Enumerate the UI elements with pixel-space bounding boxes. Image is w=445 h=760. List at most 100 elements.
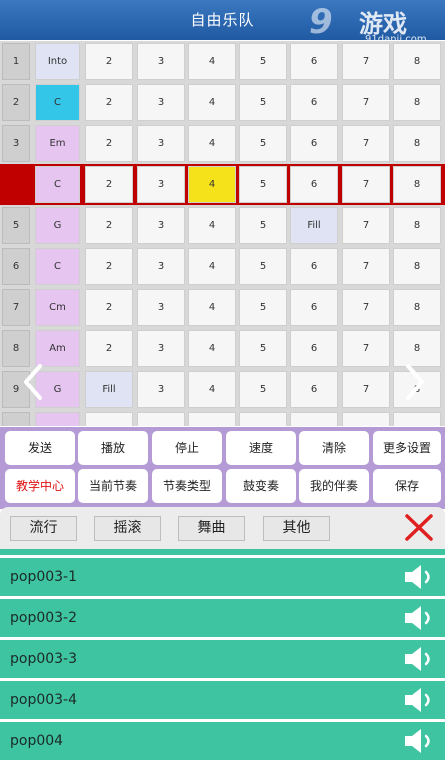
beat-cell[interactable]: 8 bbox=[393, 330, 441, 367]
beat-cell[interactable]: 4 bbox=[188, 125, 236, 162]
my-accompaniment-button[interactable]: 我的伴奏 bbox=[299, 469, 369, 503]
beat-cell[interactable]: 7 bbox=[342, 330, 390, 367]
beat-cell[interactable]: 8 bbox=[393, 43, 441, 80]
beat-cell[interactable]: 5 bbox=[239, 371, 287, 408]
beat-cell[interactable]: 3 bbox=[137, 330, 185, 367]
beat-cell[interactable]: 4 bbox=[188, 330, 236, 367]
clear-button[interactable]: 清除 bbox=[299, 431, 369, 465]
chord-cell[interactable]: C bbox=[35, 166, 80, 203]
send-button[interactable]: 发送 bbox=[5, 431, 75, 465]
beat-cell[interactable]: 2 bbox=[85, 84, 133, 121]
list-item[interactable] bbox=[0, 549, 445, 555]
beat-cell[interactable] bbox=[290, 412, 338, 426]
beat-cell[interactable]: 6 bbox=[290, 43, 338, 80]
beat-cell[interactable]: 7 bbox=[342, 371, 390, 408]
chord-cell[interactable]: Am bbox=[35, 330, 80, 367]
beat-cell[interactable] bbox=[393, 412, 441, 426]
beat-cell[interactable]: 6 bbox=[290, 84, 338, 121]
list-item[interactable]: pop004 bbox=[0, 722, 445, 760]
teaching-center-button[interactable]: 教学中心 bbox=[5, 469, 75, 503]
tab-pop[interactable]: 流行 bbox=[10, 516, 77, 541]
chord-cell[interactable]: Cm bbox=[35, 289, 80, 326]
beat-cell[interactable]: 7 bbox=[342, 248, 390, 285]
speaker-icon[interactable] bbox=[403, 549, 435, 550]
beat-cell[interactable]: 4 bbox=[188, 289, 236, 326]
beat-cell[interactable]: 7 bbox=[342, 84, 390, 121]
chord-cell[interactable] bbox=[35, 412, 80, 426]
chord-cell[interactable]: Into bbox=[35, 43, 80, 80]
list-item[interactable]: pop003-4 bbox=[0, 681, 445, 719]
beat-cell[interactable]: 3 bbox=[137, 125, 185, 162]
beat-cell[interactable]: 2 bbox=[85, 166, 133, 203]
speed-button[interactable]: 速度 bbox=[226, 431, 296, 465]
beat-cell[interactable]: 4 bbox=[188, 248, 236, 285]
beat-cell[interactable]: 8 bbox=[393, 125, 441, 162]
rhythm-type-button[interactable]: 节奏类型 bbox=[152, 469, 222, 503]
list-item[interactable]: pop003-2 bbox=[0, 599, 445, 637]
beat-cell[interactable] bbox=[342, 412, 390, 426]
beat-cell[interactable]: 8 bbox=[393, 289, 441, 326]
beat-cell[interactable]: 3 bbox=[137, 248, 185, 285]
beat-cell[interactable]: 6 bbox=[290, 166, 338, 203]
beat-cell[interactable]: 6 bbox=[290, 125, 338, 162]
beat-cell[interactable]: 7 bbox=[342, 207, 390, 244]
beat-cell[interactable]: 7 bbox=[342, 166, 390, 203]
beat-cell[interactable]: 2 bbox=[85, 207, 133, 244]
beat-cell[interactable] bbox=[85, 412, 133, 426]
beat-cell[interactable]: 3 bbox=[137, 371, 185, 408]
speaker-icon[interactable] bbox=[403, 604, 435, 632]
chord-cell[interactable]: C bbox=[35, 248, 80, 285]
prev-page-button[interactable] bbox=[22, 363, 44, 401]
speaker-icon[interactable] bbox=[403, 563, 435, 591]
beat-cell[interactable]: 2 bbox=[85, 125, 133, 162]
beat-cell[interactable]: 6 bbox=[290, 289, 338, 326]
beat-cell[interactable]: 6 bbox=[290, 330, 338, 367]
current-rhythm-button[interactable]: 当前节奏 bbox=[78, 469, 148, 503]
beat-cell[interactable]: 8 bbox=[393, 248, 441, 285]
beat-cell[interactable]: Fill bbox=[290, 207, 338, 244]
chord-cell[interactable]: G bbox=[35, 207, 80, 244]
beat-cell[interactable]: 8 bbox=[393, 207, 441, 244]
beat-cell[interactable]: 7 bbox=[342, 43, 390, 80]
beat-cell[interactable]: 4 bbox=[188, 371, 236, 408]
chord-cell[interactable]: Em bbox=[35, 125, 80, 162]
list-item[interactable]: pop003-1 bbox=[0, 558, 445, 596]
chord-cell[interactable]: C bbox=[35, 84, 80, 121]
beat-cell[interactable]: 2 bbox=[85, 289, 133, 326]
beat-cell[interactable]: 5 bbox=[239, 330, 287, 367]
beat-cell[interactable]: 8 bbox=[393, 84, 441, 121]
beat-cell[interactable]: 6 bbox=[290, 248, 338, 285]
speaker-icon[interactable] bbox=[403, 645, 435, 673]
tab-dance[interactable]: 舞曲 bbox=[178, 516, 245, 541]
speaker-icon[interactable] bbox=[403, 686, 435, 714]
beat-cell[interactable]: 3 bbox=[137, 84, 185, 121]
beat-cell[interactable]: 5 bbox=[239, 289, 287, 326]
beat-cell[interactable]: 3 bbox=[137, 43, 185, 80]
beat-cell[interactable] bbox=[188, 412, 236, 426]
beat-cell[interactable]: 4 bbox=[188, 84, 236, 121]
beat-cell[interactable]: 3 bbox=[137, 207, 185, 244]
beat-cell[interactable]: 8 bbox=[393, 166, 441, 203]
beat-cell[interactable]: 3 bbox=[137, 166, 185, 203]
beat-cell[interactable]: 2 bbox=[85, 43, 133, 80]
beat-cell[interactable]: 6 bbox=[290, 371, 338, 408]
stop-button[interactable]: 停止 bbox=[152, 431, 222, 465]
beat-cell[interactable]: 5 bbox=[239, 248, 287, 285]
beat-cell[interactable]: 2 bbox=[85, 248, 133, 285]
list-item[interactable]: pop003-3 bbox=[0, 640, 445, 678]
close-button[interactable] bbox=[404, 512, 434, 542]
beat-cell[interactable]: 4 bbox=[188, 207, 236, 244]
play-button[interactable]: 播放 bbox=[78, 431, 148, 465]
beat-cell[interactable]: 5 bbox=[239, 84, 287, 121]
beat-cell[interactable]: 4 bbox=[188, 166, 236, 203]
next-page-button[interactable] bbox=[404, 363, 426, 401]
beat-cell[interactable]: Fill bbox=[85, 371, 133, 408]
drum-variation-button[interactable]: 鼓变奏 bbox=[226, 469, 296, 503]
beat-cell[interactable]: 7 bbox=[342, 125, 390, 162]
beat-cell[interactable]: 5 bbox=[239, 207, 287, 244]
speaker-icon[interactable] bbox=[403, 727, 435, 755]
tab-rock[interactable]: 摇滚 bbox=[94, 516, 161, 541]
beat-cell[interactable]: 5 bbox=[239, 43, 287, 80]
tab-other[interactable]: 其他 bbox=[263, 516, 330, 541]
beat-cell[interactable]: 5 bbox=[239, 166, 287, 203]
